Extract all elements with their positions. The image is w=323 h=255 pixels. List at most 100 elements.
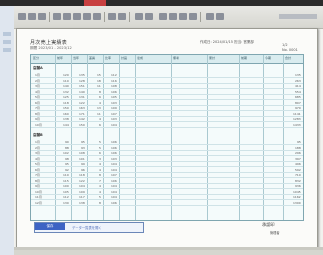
table-cell: 1300 (293, 200, 301, 205)
find-icon[interactable] (206, 13, 214, 20)
row-divider (31, 160, 303, 162)
table-cell: 122 (79, 100, 85, 105)
zoom-out-icon[interactable] (145, 13, 153, 20)
row-divider (31, 126, 303, 128)
column-divider (71, 55, 72, 220)
row-divider (31, 77, 303, 78)
table-cell: 122 (79, 178, 85, 183)
table-cell: 151 (79, 84, 85, 88)
status-bar (14, 250, 323, 255)
table-cell: 6月 (35, 100, 40, 105)
copy-icon[interactable] (83, 13, 91, 20)
column-header: 備考 (173, 56, 180, 60)
table-cell: 104 (111, 184, 117, 188)
column-divider (207, 55, 208, 220)
marker-icon (3, 32, 11, 36)
last-page-icon[interactable] (189, 13, 197, 20)
column-divider (135, 55, 136, 220)
table-cell: 107 (111, 173, 117, 177)
row-divider (31, 149, 303, 151)
table-cell: 95 (297, 140, 301, 144)
table-cell: 3 (99, 156, 101, 161)
toolbar-separator (129, 12, 130, 22)
table-cell: 117 (79, 195, 85, 199)
table-cell: 142 (79, 117, 85, 121)
redo-icon[interactable] (118, 13, 126, 20)
table-cell: 263 (295, 78, 301, 83)
table-cell: 8月 (35, 111, 40, 116)
table-cell: 13 (97, 106, 101, 110)
cut-icon[interactable] (73, 13, 81, 20)
column-header: 差異 (89, 56, 96, 60)
zoom-in-icon[interactable] (135, 13, 143, 20)
table-cell: 138 (63, 117, 69, 121)
column-header: 計画 (121, 56, 128, 60)
toolbar-separator (200, 12, 201, 22)
table-cell: 110 (63, 78, 69, 83)
document-code: No. 0001 (282, 48, 298, 52)
row-divider (31, 110, 303, 111)
save-button[interactable]: 保存 (35, 223, 65, 230)
table-cell: 554 (295, 89, 301, 94)
table-cell: 104 (111, 195, 117, 199)
table-cell: 9月 (35, 117, 40, 121)
settings-icon[interactable] (216, 13, 224, 20)
table-cell: 101 (79, 156, 85, 161)
table-cell: 414 (295, 84, 301, 88)
table-cell: 132 (63, 89, 69, 94)
table-cell: 2月 (35, 78, 40, 83)
column-header: 区分 (33, 56, 40, 60)
document-header-info: 作成日: 2024/01/15 担当: 営業部 (200, 40, 254, 44)
table-cell: 8 (99, 173, 101, 177)
table-cell: 3月 (35, 84, 40, 88)
table-cell: 1月 (35, 140, 40, 144)
table-cell: 8月 (35, 178, 40, 183)
table-cell: 1141 (293, 111, 301, 116)
table-cell: 112 (111, 73, 117, 77)
table-cell: 106 (111, 151, 117, 155)
table-cell: 130 (63, 200, 69, 205)
table-cell: 120 (63, 73, 69, 77)
table-cell: 103 (111, 156, 117, 161)
print-icon[interactable] (53, 13, 61, 20)
column-header: 前期 (241, 56, 248, 60)
table-cell: 496 (295, 162, 301, 166)
table-cell: 106 (111, 145, 117, 150)
table-cell: 109 (79, 189, 85, 194)
table-cell: 98 (65, 156, 69, 161)
new-icon[interactable] (18, 13, 26, 20)
row-divider (31, 193, 303, 195)
table-cell: 5 (99, 195, 101, 199)
table-cell: 10月 (35, 122, 42, 127)
table-cell: 135 (295, 73, 301, 77)
open-data-list-link[interactable]: データ一覧表を開く (72, 225, 102, 230)
open-icon[interactable] (28, 13, 36, 20)
table-cell: 163 (79, 106, 85, 110)
paste-icon[interactable] (93, 13, 101, 20)
row-divider (31, 182, 303, 184)
table-cell: 110 (63, 173, 69, 177)
table-cell: 106 (111, 200, 117, 205)
table-cell: 92 (65, 167, 69, 172)
column-divider (263, 55, 264, 220)
row-divider (31, 199, 303, 200)
preview-icon[interactable] (63, 13, 71, 20)
row-divider (31, 115, 303, 117)
document-subtitle: 期間 2023/01 - 2023/12 (30, 46, 72, 50)
table-cell: 4月 (35, 156, 40, 161)
table-cell: 18 (97, 78, 101, 83)
table-cell: 11 (97, 111, 101, 116)
table-cell: 102 (63, 151, 69, 155)
next-page-icon[interactable] (179, 13, 187, 20)
undo-icon[interactable] (108, 13, 116, 20)
save-icon[interactable] (38, 13, 46, 20)
first-page-icon[interactable] (159, 13, 167, 20)
toolbar-separator (104, 12, 105, 22)
table-cell: 115 (63, 178, 69, 183)
column-header: 比率 (105, 56, 112, 60)
table-cell: 832 (295, 178, 301, 183)
row-divider (31, 104, 303, 106)
table-cell: 95 (65, 162, 69, 166)
prev-page-icon[interactable] (169, 13, 177, 20)
column-header: 前年 (57, 56, 64, 60)
